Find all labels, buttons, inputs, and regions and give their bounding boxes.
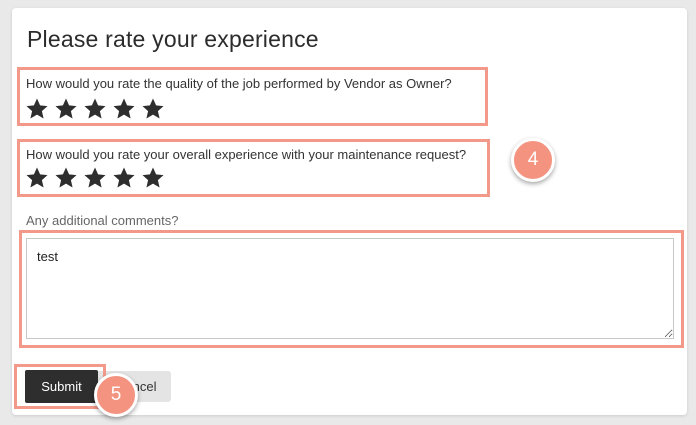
highlight-box-submit <box>14 364 106 409</box>
highlight-box-quality <box>17 67 488 126</box>
step-badge-5: 5 <box>94 373 138 417</box>
step-badge-4: 4 <box>511 138 555 182</box>
highlight-box-overall <box>17 139 490 197</box>
comments-label: Any additional comments? <box>26 213 179 228</box>
highlight-box-comments <box>19 230 684 348</box>
page-title: Please rate your experience <box>27 26 319 52</box>
